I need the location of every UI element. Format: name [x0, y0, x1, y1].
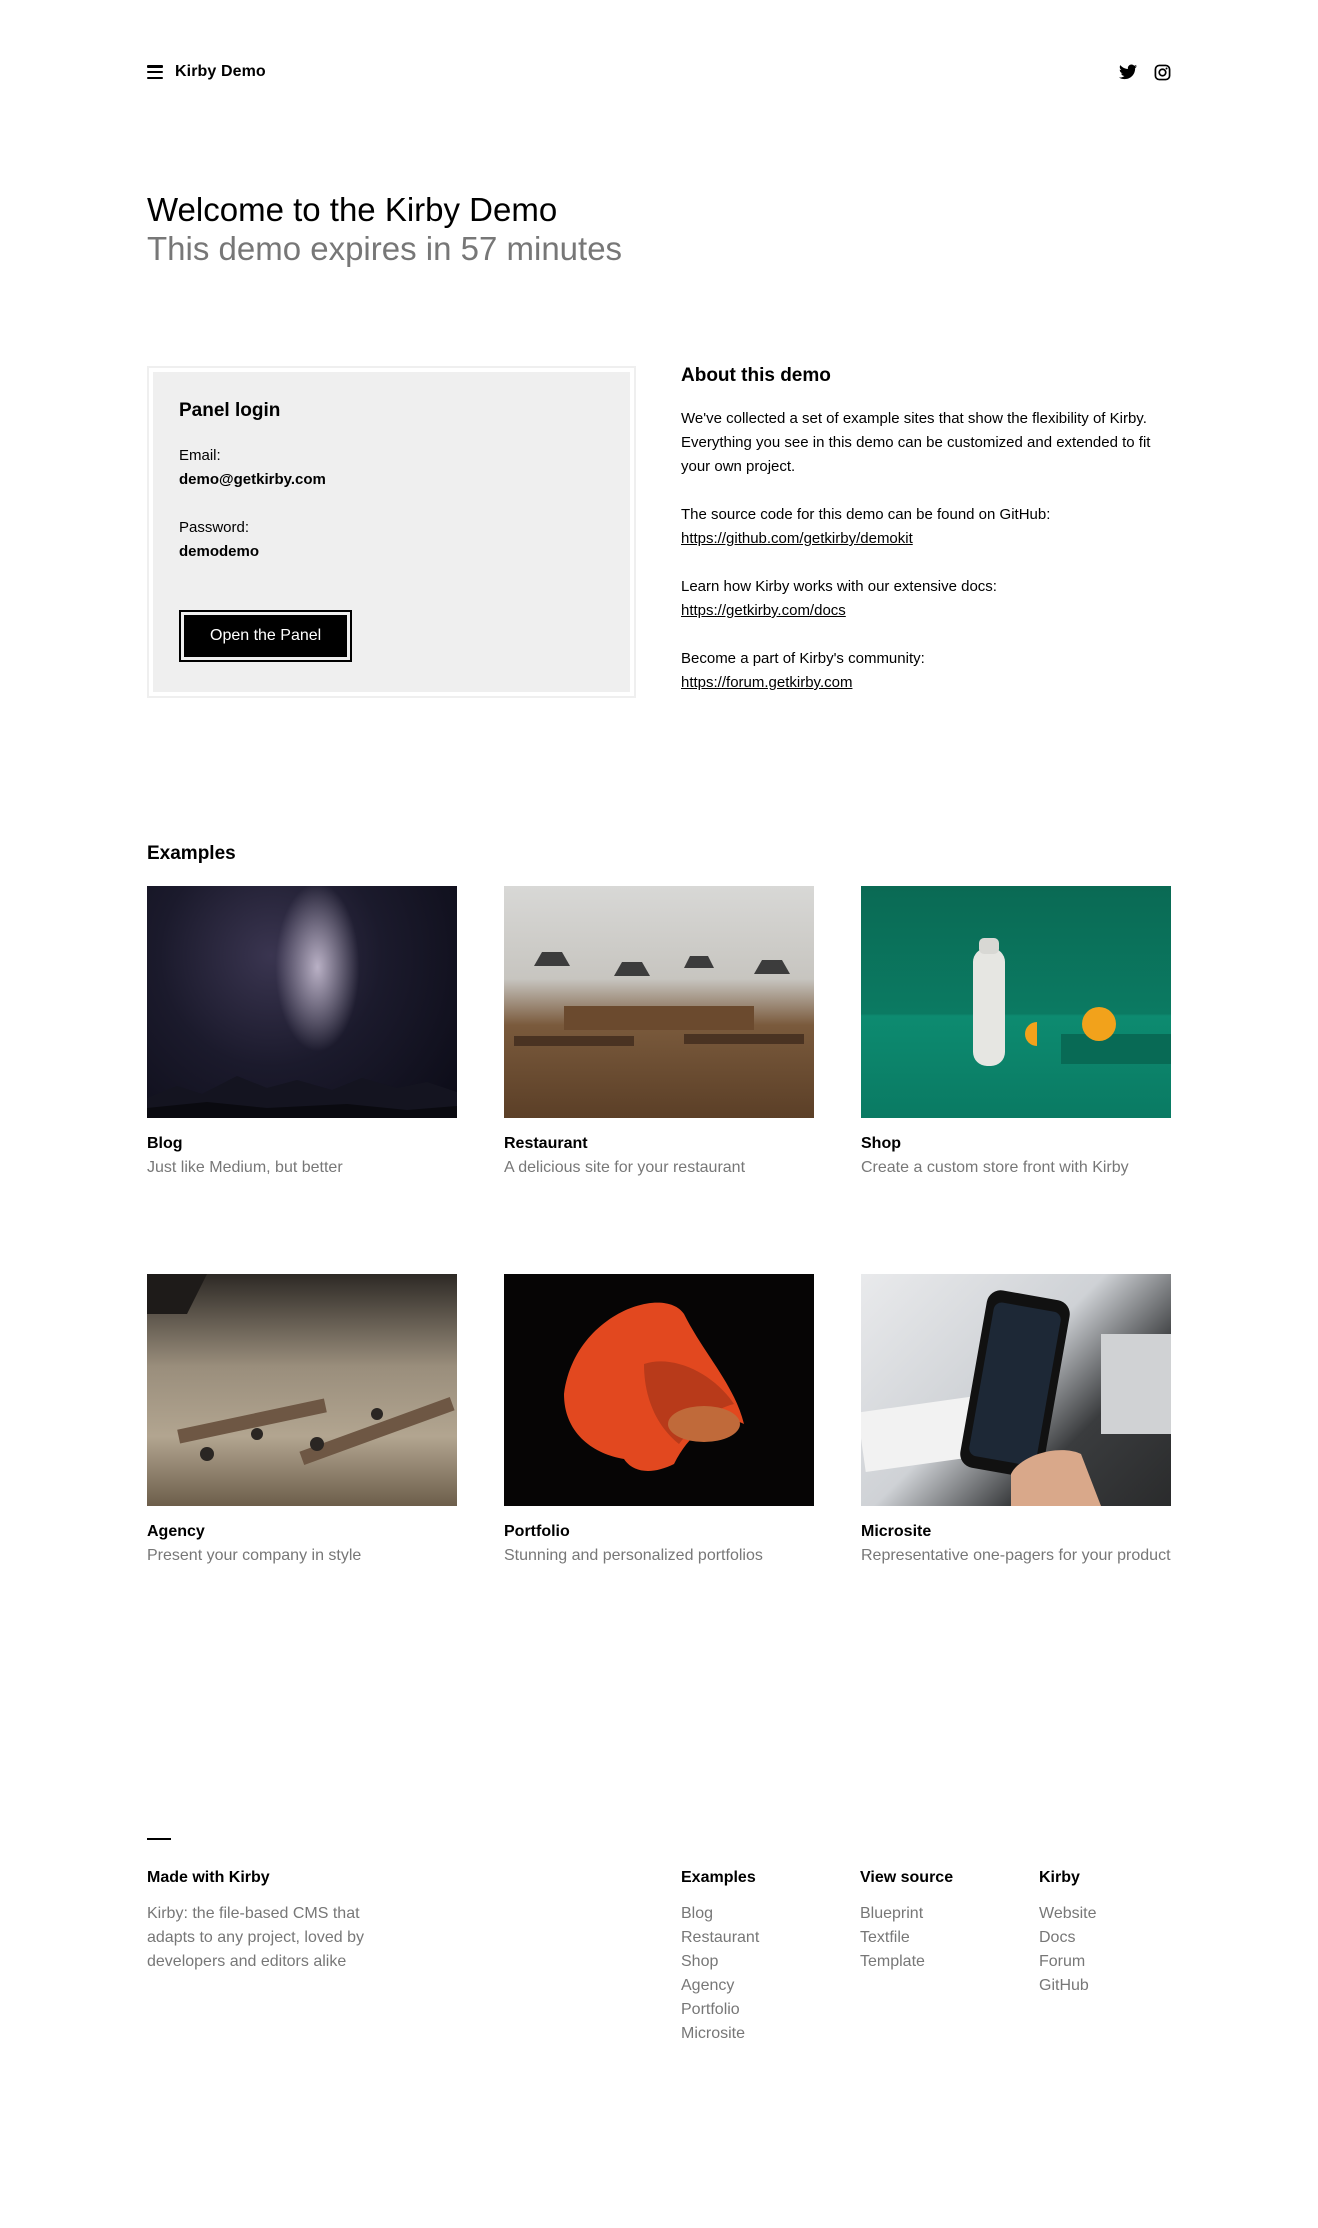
password-label: Password:: [179, 519, 250, 536]
forum-text: Become a part of Kirby's community:: [681, 650, 925, 667]
panel-login-title: Panel login: [179, 400, 281, 421]
restaurant-image[interactable]: [504, 886, 814, 1118]
docs-text: Learn how Kirby works with our extensive…: [681, 578, 997, 595]
footer-about-title: Made with Kirby: [147, 1869, 270, 1886]
footer-link-template[interactable]: Template: [860, 1950, 953, 1974]
hero: Welcome to the Kirby Demo This demo expi…: [147, 190, 1171, 268]
open-panel-button-frame: Open the Panel: [179, 610, 353, 662]
footer-about-text: Kirby: the file-based CMS that adapts to…: [147, 1905, 365, 1970]
card-description: Representative one-pagers for your produ…: [861, 1547, 1171, 1564]
footer-examples-title: Examples: [681, 1869, 756, 1886]
card-description: Just like Medium, but better: [147, 1159, 343, 1176]
social-links: [1119, 63, 1171, 81]
card-title[interactable]: Portfolio: [504, 1520, 814, 1544]
shop-image[interactable]: [861, 886, 1171, 1118]
about-section: About this demo We've collected a set of…: [681, 365, 1171, 719]
footer-link-agency[interactable]: Agency: [681, 1974, 759, 1998]
forum-link[interactable]: https://forum.getkirby.com: [681, 671, 852, 695]
footer-link-textfile[interactable]: Textfile: [860, 1926, 953, 1950]
about-intro: We've collected a set of example sites t…: [681, 410, 1151, 475]
example-card-blog[interactable]: Blog Just like Medium, but better: [147, 886, 457, 1274]
footer-link-restaurant[interactable]: Restaurant: [681, 1926, 759, 1950]
page-title: Welcome to the Kirby Demo: [147, 191, 558, 228]
card-description: Present your company in style: [147, 1547, 362, 1564]
about-github: The source code for this demo can be fou…: [681, 503, 1171, 551]
footer-source: View source Blueprint Textfile Template: [860, 1866, 953, 1974]
card-title[interactable]: Shop: [861, 1132, 1171, 1156]
footer-link-shop[interactable]: Shop: [681, 1950, 759, 1974]
github-link[interactable]: https://github.com/getkirby/demokit: [681, 527, 913, 551]
footer-link-portfolio[interactable]: Portfolio: [681, 1998, 759, 2022]
footer-link-blueprint[interactable]: Blueprint: [860, 1902, 953, 1926]
expiry-notice: This demo expires in 57 minutes: [147, 230, 623, 267]
about-title: About this demo: [681, 365, 831, 386]
footer-link-github[interactable]: GitHub: [1039, 1974, 1097, 1998]
card-description: Stunning and personalized portfolios: [504, 1547, 763, 1564]
footer-link-website[interactable]: Website: [1039, 1902, 1097, 1926]
password-value: demodemo: [179, 543, 260, 560]
docs-link[interactable]: https://getkirby.com/docs: [681, 599, 846, 623]
site-header: Kirby Demo: [147, 56, 1171, 88]
example-card-microsite[interactable]: Microsite Representative one-pagers for …: [861, 1274, 1171, 1662]
open-panel-button[interactable]: Open the Panel: [184, 615, 348, 657]
footer-divider: [147, 1838, 171, 1840]
card-description: Create a custom store front with Kirby: [861, 1159, 1129, 1176]
portfolio-image[interactable]: [504, 1274, 814, 1506]
footer-link-forum[interactable]: Forum: [1039, 1950, 1097, 1974]
examples-grid: Blog Just like Medium, but better Restau…: [147, 886, 1171, 1662]
card-title[interactable]: Restaurant: [504, 1132, 814, 1156]
agency-image[interactable]: [147, 1274, 457, 1506]
menu-icon[interactable]: [147, 65, 163, 79]
example-card-shop[interactable]: Shop Create a custom store front with Ki…: [861, 886, 1171, 1274]
brand-name[interactable]: Kirby Demo: [175, 63, 266, 81]
email-value: demo@getkirby.com: [179, 471, 326, 488]
card-title[interactable]: Blog: [147, 1132, 457, 1156]
card-title[interactable]: Agency: [147, 1520, 457, 1544]
footer-examples: Examples Blog Restaurant Shop Agency Por…: [681, 1866, 759, 2046]
example-card-portfolio[interactable]: Portfolio Stunning and personalized port…: [504, 1274, 814, 1662]
blog-image[interactable]: [147, 886, 457, 1118]
footer-link-microsite[interactable]: Microsite: [681, 2022, 759, 2046]
panel-login-box: Panel login Email: demo@getkirby.com Pas…: [147, 366, 636, 698]
footer-kirby: Kirby Website Docs Forum GitHub: [1039, 1866, 1097, 1998]
footer-kirby-title: Kirby: [1039, 1869, 1080, 1886]
about-forum: Become a part of Kirby's community: http…: [681, 647, 1171, 695]
footer-about: Made with Kirby Kirby: the file-based CM…: [147, 1866, 397, 1974]
card-title[interactable]: Microsite: [861, 1520, 1171, 1544]
instagram-icon[interactable]: [1153, 63, 1171, 81]
examples-title: Examples: [147, 843, 236, 864]
twitter-icon[interactable]: [1119, 63, 1137, 81]
footer-source-title: View source: [860, 1869, 954, 1886]
footer-link-docs[interactable]: Docs: [1039, 1926, 1097, 1950]
example-card-agency[interactable]: Agency Present your company in style: [147, 1274, 457, 1662]
brand-menu-toggle[interactable]: Kirby Demo: [147, 63, 266, 81]
github-text: The source code for this demo can be fou…: [681, 506, 1051, 523]
email-label: Email:: [179, 447, 221, 464]
card-description: A delicious site for your restaurant: [504, 1159, 746, 1176]
footer-link-blog[interactable]: Blog: [681, 1902, 759, 1926]
example-card-restaurant[interactable]: Restaurant A delicious site for your res…: [504, 886, 814, 1274]
about-docs: Learn how Kirby works with our extensive…: [681, 575, 1171, 623]
microsite-image[interactable]: [861, 1274, 1171, 1506]
